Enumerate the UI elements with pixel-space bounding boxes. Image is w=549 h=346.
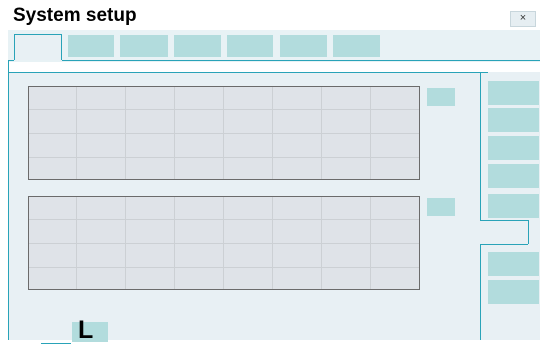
side-frame-line [480, 72, 481, 220]
bottom-label: L [78, 316, 94, 344]
tab-4[interactable] [174, 35, 221, 57]
close-button[interactable]: × [510, 11, 536, 27]
side-frame-lower [480, 244, 528, 245]
tab-strip [8, 30, 540, 62]
side-frame-mid [480, 220, 528, 221]
tab-3[interactable] [120, 35, 168, 57]
settings-grid-2[interactable] [28, 196, 420, 290]
tab-1[interactable] [14, 34, 62, 60]
side-button-7[interactable] [488, 280, 539, 304]
panel-top-border [8, 72, 480, 73]
bottom-line [41, 343, 71, 344]
tab-2[interactable] [68, 35, 114, 57]
panel-left-border [8, 60, 9, 340]
side-button-4[interactable] [488, 164, 539, 188]
tab-underline-right [62, 60, 540, 61]
side-frame-top [480, 72, 488, 73]
grid-1-button[interactable] [427, 88, 455, 106]
tab-5[interactable] [227, 35, 273, 57]
side-button-3[interactable] [488, 136, 539, 160]
side-frame-line-lower [480, 244, 481, 340]
system-setup-window: System setup × L [8, 4, 540, 344]
side-frame-right [528, 220, 529, 244]
side-button-6[interactable] [488, 252, 539, 276]
tab-6[interactable] [280, 35, 327, 57]
close-icon: × [519, 12, 527, 24]
side-button-2[interactable] [488, 108, 539, 132]
side-button-5[interactable] [488, 194, 539, 218]
title-bar: System setup × [8, 4, 540, 30]
window-title: System setup [13, 5, 137, 26]
grid-2-button[interactable] [427, 198, 455, 216]
tab-7[interactable] [333, 35, 380, 57]
side-button-1[interactable] [488, 81, 539, 105]
settings-grid-1[interactable] [28, 86, 420, 180]
